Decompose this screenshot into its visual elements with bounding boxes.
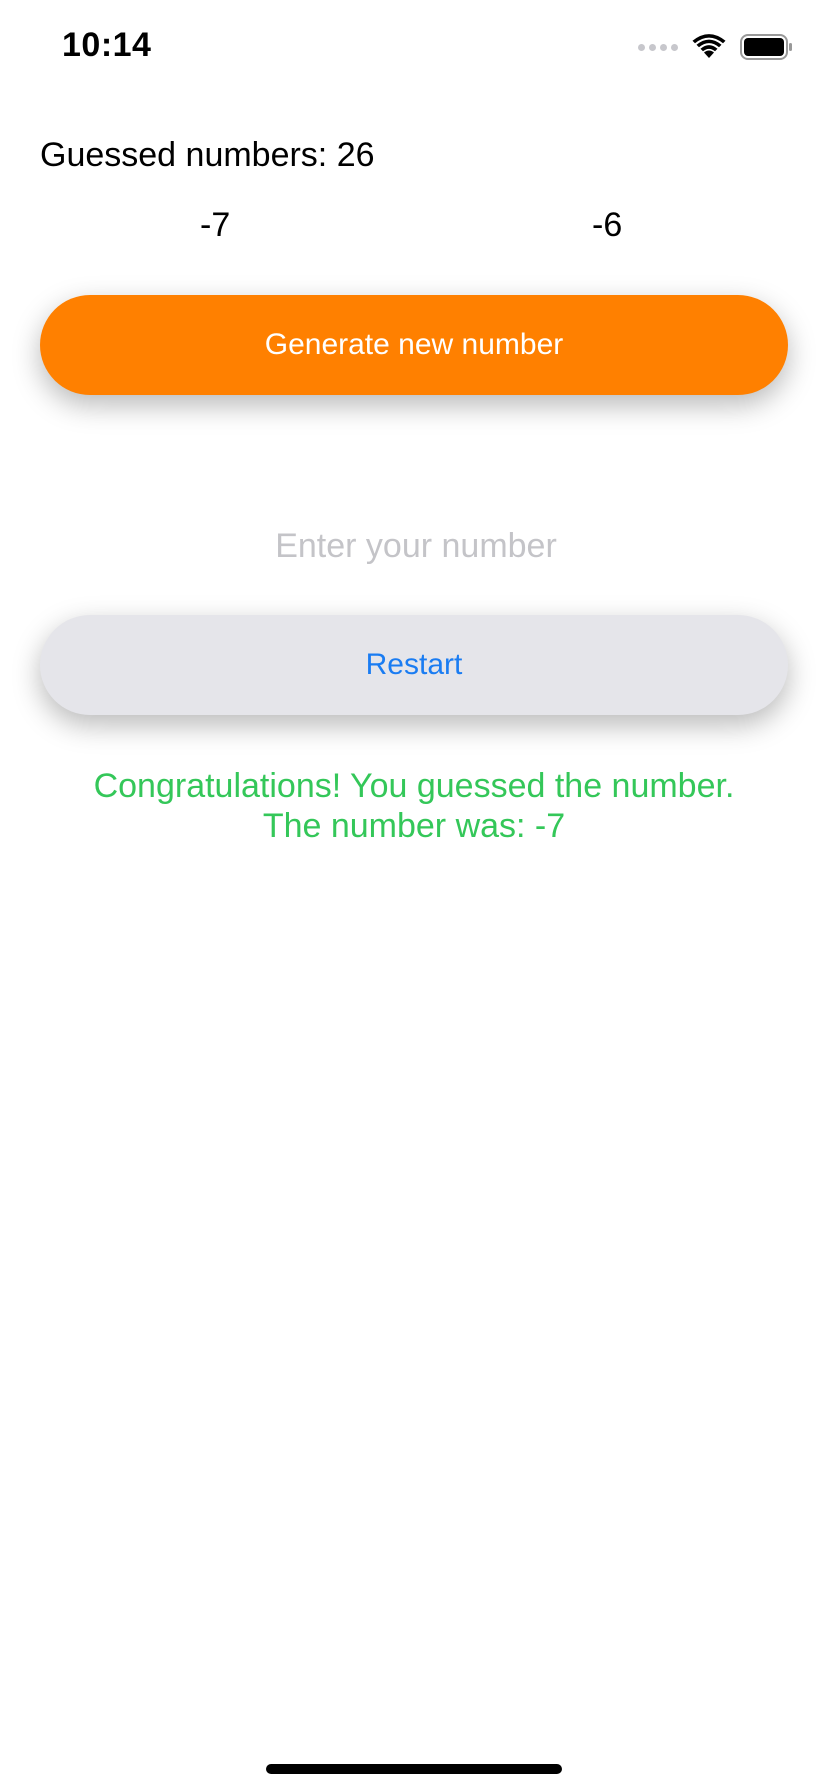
cellular-signal-icon (638, 43, 678, 51)
status-time: 10:14 (62, 26, 152, 64)
guessed-numbers-label: Guessed numbers: 26 (40, 136, 375, 174)
generate-new-number-button[interactable]: Generate new number (40, 295, 788, 395)
result-message-line-1: Congratulations! You guessed the number. (93, 767, 735, 805)
home-indicator[interactable] (266, 1764, 562, 1774)
status-icons (638, 34, 794, 60)
status-bar: 10:14 (0, 0, 828, 100)
battery-icon (740, 34, 792, 60)
range-max-value: -6 (592, 206, 623, 244)
range-min-value: -7 (200, 206, 231, 244)
result-message-line-2: The number was: -7 (262, 807, 566, 845)
result-message: Congratulations! You guessed the number.… (40, 766, 788, 846)
restart-button[interactable]: Restart (40, 615, 788, 715)
wifi-icon (692, 34, 726, 58)
number-input[interactable] (40, 515, 792, 577)
